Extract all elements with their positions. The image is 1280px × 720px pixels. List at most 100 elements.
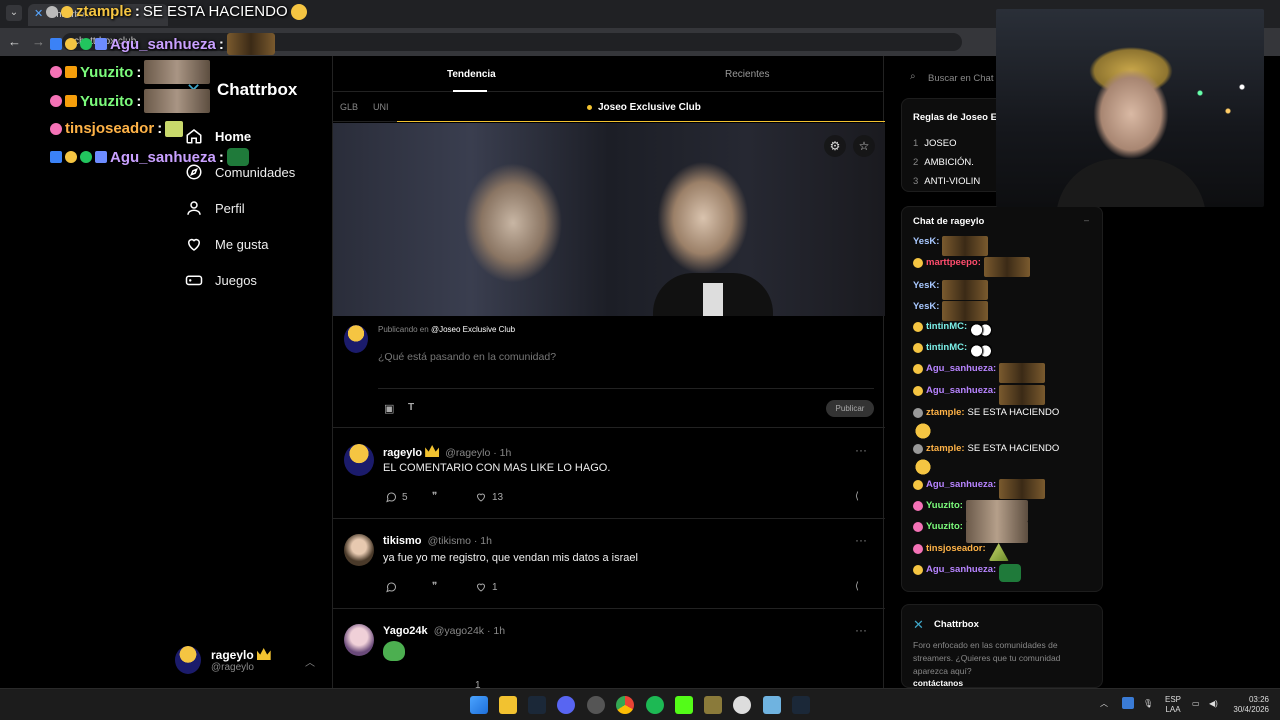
more-options-icon[interactable]: ··· <box>855 443 867 457</box>
sidebar-item-label: Juegos <box>215 272 257 288</box>
emote-icon <box>942 301 989 321</box>
browser-tab-title: Chattrbox <box>50 9 90 19</box>
sidebar-item-juegos[interactable]: Juegos <box>185 268 257 292</box>
favorite-star-icon[interactable]: ☆ <box>853 135 875 157</box>
post-author[interactable]: rageylo <box>383 447 422 459</box>
kick-icon[interactable] <box>675 696 693 714</box>
comment-button[interactable]: 5 <box>385 491 408 503</box>
chat-message: Yuuzito: <box>913 521 1028 543</box>
forward-arrow-icon[interactable]: → <box>32 34 45 49</box>
minimize-icon[interactable]: – <box>1084 215 1089 225</box>
emoji-icon <box>913 322 923 332</box>
subtab-community[interactable]: Joseo Exclusive Club <box>598 102 701 113</box>
steam-icon[interactable] <box>792 696 810 714</box>
badge-icon <box>913 444 923 454</box>
tab-tendencia[interactable]: Tendencia <box>447 69 496 80</box>
sidebar-item-home[interactable]: Home <box>185 124 251 148</box>
sidebar-item-perfil[interactable]: Perfil <box>185 196 245 220</box>
emote-icon <box>942 280 989 300</box>
ccleaner-icon[interactable] <box>733 696 751 714</box>
language-indicator[interactable]: ESP LAA <box>1163 695 1183 715</box>
avatar[interactable] <box>344 444 374 476</box>
steam-icon[interactable] <box>528 696 546 714</box>
current-user-menu[interactable]: rageylo @rageylo ︿ <box>175 644 320 678</box>
post-text: EL COMENTARIO CON MAS LIKE LO HAGO. <box>383 462 611 474</box>
post-author[interactable]: tikismo <box>383 535 422 547</box>
search-placeholder: Buscar en Chat <box>928 73 994 84</box>
sidebar-item-label: Comunidades <box>215 164 296 180</box>
subtab-uni[interactable]: UNI <box>373 102 389 112</box>
address-bar[interactable]: chattrbox.club <box>62 33 962 51</box>
avatar[interactable] <box>344 534 374 566</box>
sidebar-item-me-gusta[interactable]: Me gusta <box>185 232 268 256</box>
publish-button[interactable]: Publicar <box>826 400 874 417</box>
emote-icon <box>942 236 989 256</box>
more-options-icon[interactable]: ··· <box>855 533 867 547</box>
composer-input[interactable]: ¿Qué está pasando en la comunidad? <box>378 351 556 363</box>
avatar[interactable] <box>344 624 374 656</box>
chat-message: tintinMC: <box>913 321 993 339</box>
settings-gear-icon[interactable]: ⚙ <box>824 135 846 157</box>
emoji-icon <box>913 565 923 575</box>
quote-button[interactable]: ❞ <box>432 581 437 592</box>
tab-list-chevron-icon[interactable]: ⌄ <box>6 5 22 21</box>
post-author[interactable]: Yago24k <box>383 625 428 637</box>
browser-tab[interactable]: ✕ Chattrbox <box>28 4 168 26</box>
badge-icon <box>913 501 923 511</box>
heart-icon <box>476 583 486 592</box>
chattrbox-logo-icon[interactable]: ✕ <box>186 80 208 100</box>
text-format-icon[interactable]: T <box>408 402 414 413</box>
network-icon[interactable]: ▭ <box>1192 699 1200 709</box>
eyes-emote-icon <box>970 342 993 360</box>
feed-tabs: Tendencia Recientes <box>333 56 883 92</box>
emote-icon <box>913 458 933 476</box>
brand-name[interactable]: Chattrbox <box>217 80 297 100</box>
post-header: tikismo @tikismo · 1h <box>383 535 492 547</box>
volume-icon[interactable]: ◀) <box>1209 699 1218 709</box>
chat-message: Agu_sanhueza: <box>913 385 1046 405</box>
contact-link[interactable]: contáctanos <box>913 678 963 687</box>
spotify-icon[interactable] <box>646 696 664 714</box>
chattrbox-logo-icon: ✕ <box>913 617 924 632</box>
quote-button[interactable]: ❞ <box>432 491 437 502</box>
keyboard-layout: LAA <box>1165 705 1181 714</box>
tray-chevron-up-icon[interactable]: ︿ <box>1100 699 1108 709</box>
back-arrow-icon[interactable]: ← <box>8 34 21 49</box>
more-options-icon[interactable]: ··· <box>855 623 867 637</box>
emoji-icon <box>913 386 923 396</box>
sidebar-item-comunidades[interactable]: Comunidades <box>185 160 295 184</box>
like-button[interactable]: 1 <box>475 581 498 593</box>
app-icon[interactable] <box>587 696 605 714</box>
emote-icon <box>988 543 1009 561</box>
chat-message: Agu_sanhueza: <box>913 479 1046 499</box>
subtab-glb[interactable]: GLB <box>340 102 358 112</box>
microphone-icon[interactable]: 🎙 <box>1143 699 1153 709</box>
file-explorer-icon[interactable] <box>499 696 517 714</box>
post-time: 1h <box>499 447 512 459</box>
clock[interactable]: 03:26 30/4/2026 <box>1225 695 1269 715</box>
app-icon[interactable] <box>704 696 722 714</box>
chat-message: YesK: <box>913 301 989 321</box>
publishing-target[interactable]: @Joseo Exclusive Club <box>431 325 515 334</box>
image-upload-icon[interactable]: ▣ <box>384 402 394 415</box>
post-time: 1h <box>493 625 506 637</box>
post-handle: @yago24k <box>433 625 485 637</box>
community-subtabs: GLB UNI Joseo Exclusive Club <box>333 92 885 122</box>
share-icon[interactable]: ⟨ <box>855 491 859 502</box>
comment-icon <box>386 582 397 593</box>
start-icon[interactable] <box>470 696 488 714</box>
discord-icon[interactable] <box>557 696 575 714</box>
chrome-icon[interactable] <box>616 696 634 714</box>
compass-icon <box>186 164 202 180</box>
emoji-icon <box>913 343 923 353</box>
like-button[interactable]: 13 <box>475 491 503 503</box>
post-header: Yago24k @yago24k · 1h <box>383 625 506 637</box>
share-icon[interactable]: ⟨ <box>855 581 859 592</box>
post-handle: @rageylo <box>445 447 491 459</box>
comment-button[interactable] <box>385 581 402 593</box>
current-user-name-row: rageylo <box>211 648 271 662</box>
rules-title: Reglas de Joseo Ex <box>913 112 1003 123</box>
tab-recientes[interactable]: Recientes <box>725 69 769 80</box>
tray-app-icon[interactable] <box>1122 697 1134 709</box>
notepad-icon[interactable] <box>763 696 781 714</box>
